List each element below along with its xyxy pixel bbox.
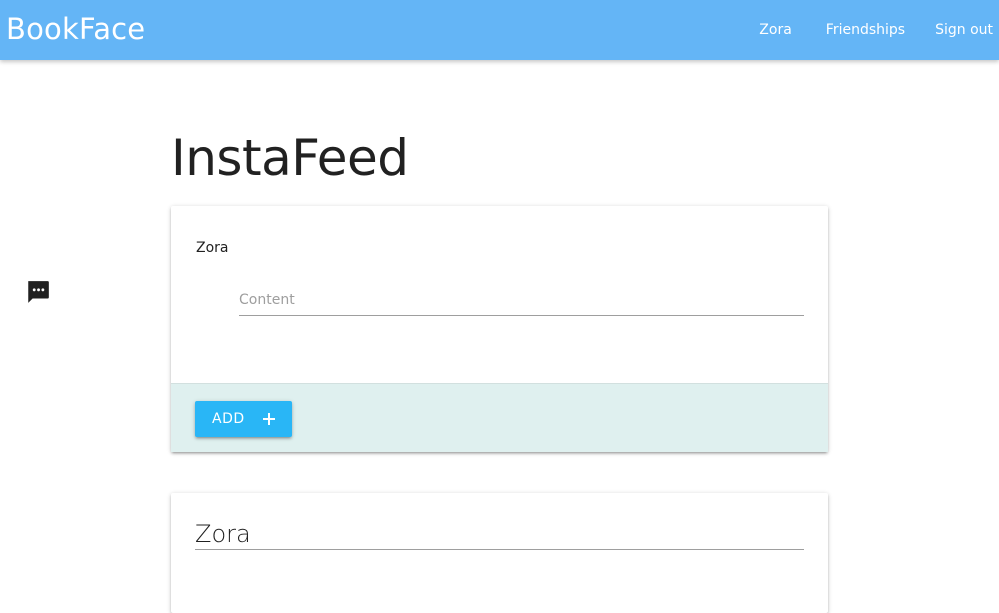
page-title: InstaFeed (171, 129, 409, 187)
nav-link-sign-out[interactable]: Sign out (911, 20, 999, 40)
post-author-name: Zora (195, 519, 804, 550)
plus-icon (262, 413, 275, 425)
content-input[interactable] (239, 286, 804, 314)
content-field (239, 286, 804, 316)
nav-link-friendships[interactable]: Friendships (802, 20, 911, 40)
compose-post-card: Zora ADD (171, 206, 828, 452)
compose-card-actions: ADD (171, 383, 828, 452)
nav-links: Zora Friendships Sign out (759, 0, 999, 60)
add-button-label: ADD (212, 411, 245, 427)
chat-bubble-icon (28, 281, 49, 303)
nav-link-profile[interactable]: Zora (759, 20, 798, 40)
brand-logo-link[interactable]: BookFace (6, 10, 145, 48)
top-navbar: BookFace Zora Friendships Sign out (0, 0, 999, 60)
post-card: Zora (171, 493, 828, 613)
add-post-button[interactable]: ADD (195, 401, 292, 437)
compose-author-name: Zora (196, 240, 229, 256)
